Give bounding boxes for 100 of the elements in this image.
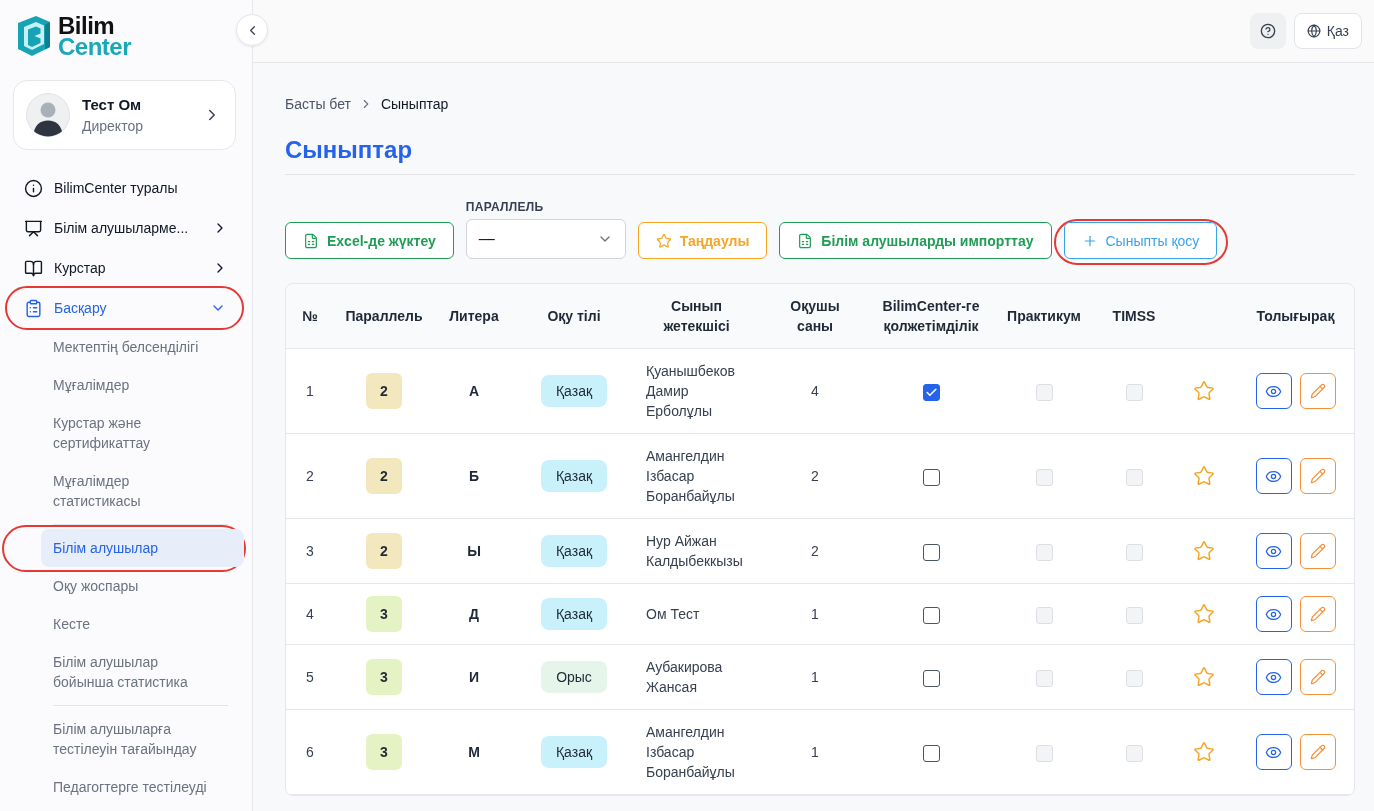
grade-badge: 2 bbox=[366, 373, 402, 409]
letter-cell: Б bbox=[434, 433, 514, 519]
student-count: 1 bbox=[759, 709, 871, 795]
globe-icon bbox=[1306, 24, 1321, 38]
row-number: 1 bbox=[286, 348, 334, 434]
submenu-item[interactable]: Білім алушылар бойынша статистика bbox=[41, 643, 244, 701]
checkbox[interactable] bbox=[922, 606, 940, 624]
star-icon[interactable] bbox=[1193, 380, 1215, 403]
language-button[interactable]: Қаз bbox=[1293, 13, 1362, 49]
column-header: № bbox=[286, 284, 334, 349]
letter-cell: И bbox=[434, 644, 514, 710]
add-class-button[interactable]: Сыныпты қосу bbox=[1063, 222, 1218, 259]
pencil-icon bbox=[1309, 383, 1326, 399]
pencil-icon bbox=[1309, 468, 1326, 484]
column-header: Литера bbox=[434, 284, 514, 349]
logo-text: Bilim bbox=[58, 15, 115, 36]
student-count: 1 bbox=[759, 583, 871, 645]
column-header: Сынып жетекшісі bbox=[634, 284, 759, 349]
user-name: Тест Ом bbox=[82, 95, 143, 114]
teacher-name: Қуанышбеков Дамир Ерболұлы bbox=[634, 348, 759, 434]
checkbox[interactable] bbox=[922, 669, 940, 687]
breadcrumb-link[interactable]: Басты бет bbox=[285, 94, 351, 114]
student-count: 1 bbox=[759, 644, 871, 710]
check-icon bbox=[924, 385, 938, 399]
language-badge: Қазақ bbox=[540, 375, 608, 407]
pencil-icon bbox=[1309, 543, 1326, 559]
language-badge: Орыс bbox=[541, 661, 607, 693]
teacher-name: Ом Тест bbox=[634, 583, 759, 645]
view-button[interactable] bbox=[1255, 458, 1292, 494]
submenu-item[interactable]: Кесте bbox=[41, 605, 244, 643]
filter-label: ПАРАЛЛЕЛЬ bbox=[465, 199, 545, 215]
column-header: Толығырақ bbox=[1237, 284, 1354, 349]
grade-badge: 3 bbox=[366, 734, 402, 770]
submenu-item[interactable]: Педагогтерге тестілеуді bbox=[41, 768, 244, 806]
info-icon bbox=[24, 178, 43, 198]
submenu-item[interactable]: Білім алушыларға тестілеуін тағайындау bbox=[41, 710, 244, 768]
nav-item[interactable]: Курстар bbox=[13, 248, 244, 288]
teacher-name: Амангелдин Ізбасар Боранбайұлы bbox=[634, 433, 759, 519]
book-icon bbox=[24, 258, 43, 278]
letter-cell: Ы bbox=[434, 518, 514, 584]
pencil-icon bbox=[1309, 606, 1326, 622]
grade-badge: 2 bbox=[366, 458, 402, 494]
language-badge: Қазақ bbox=[540, 535, 608, 567]
row-number: 6 bbox=[286, 709, 334, 795]
checkbox[interactable] bbox=[922, 383, 940, 401]
submenu-item[interactable]: Мектептің белсенділігі bbox=[41, 328, 244, 366]
view-button[interactable] bbox=[1255, 596, 1292, 632]
user-role: Директор bbox=[82, 117, 144, 135]
submenu-item[interactable]: Білім алушылар bbox=[41, 529, 244, 567]
student-count: 4 bbox=[759, 348, 871, 434]
grade-badge: 3 bbox=[366, 596, 402, 632]
column-header: TIMSS bbox=[1097, 284, 1171, 349]
letter-cell: М bbox=[434, 709, 514, 795]
row-number: 4 bbox=[286, 583, 334, 645]
logo-text: Center bbox=[58, 36, 132, 57]
row-number: 5 bbox=[286, 644, 334, 710]
presentation-icon bbox=[24, 218, 43, 238]
submenu-item[interactable]: Курстар және сертификаттау bbox=[41, 404, 244, 462]
checkbox[interactable] bbox=[922, 468, 940, 486]
spreadsheet-icon bbox=[797, 232, 814, 249]
view-button[interactable] bbox=[1255, 533, 1292, 569]
pencil-icon bbox=[1309, 744, 1326, 760]
help-button[interactable] bbox=[1249, 13, 1286, 49]
parallel-select[interactable]: — bbox=[465, 219, 626, 259]
column-header: Практикум bbox=[991, 284, 1097, 349]
view-button[interactable] bbox=[1255, 373, 1292, 409]
spreadsheet-icon bbox=[303, 232, 319, 249]
column-header: Параллель bbox=[334, 284, 434, 349]
submenu-item[interactable]: Оқу жоспары bbox=[41, 567, 244, 605]
submenu-item[interactable]: Мұғалімдер статистикасы bbox=[41, 462, 244, 520]
view-button[interactable] bbox=[1255, 734, 1292, 770]
grade-badge: 3 bbox=[366, 659, 402, 695]
import-button[interactable]: Білім алушыларды импорттау bbox=[779, 222, 1052, 259]
star-icon[interactable] bbox=[1193, 666, 1215, 689]
breadcrumb-current: Сыныптар bbox=[380, 95, 449, 114]
star-icon[interactable] bbox=[1193, 603, 1215, 626]
star-icon[interactable] bbox=[1193, 540, 1215, 563]
letter-cell: А bbox=[434, 348, 514, 434]
checkbox[interactable] bbox=[922, 744, 940, 762]
logo-icon bbox=[16, 14, 52, 58]
letter-cell: Д bbox=[434, 583, 514, 645]
clipboard-icon bbox=[24, 298, 43, 318]
nav-item[interactable]: Білім алушыларме... bbox=[13, 208, 244, 248]
star-icon bbox=[655, 232, 672, 249]
avatar-icon bbox=[26, 93, 70, 137]
checkbox[interactable] bbox=[922, 543, 940, 561]
language-badge: Қазақ bbox=[540, 598, 608, 630]
profile-card[interactable]: Тест Ом Директор bbox=[13, 80, 236, 150]
submenu-item[interactable]: Мұғалімдер bbox=[41, 366, 244, 404]
star-icon[interactable] bbox=[1193, 465, 1215, 488]
excel-export-button[interactable]: Excel-де жүктеу bbox=[285, 222, 454, 259]
help-icon bbox=[1259, 23, 1276, 39]
grade-badge: 2 bbox=[366, 533, 402, 569]
nav-item[interactable]: Басқару bbox=[13, 288, 242, 328]
view-button[interactable] bbox=[1255, 659, 1292, 695]
column-header: BilimCenter-ге қолжетімділік bbox=[871, 284, 991, 349]
teacher-name: Нур Айжан Калдыбеккызы bbox=[634, 518, 759, 584]
star-icon[interactable] bbox=[1193, 741, 1215, 764]
nav-item[interactable]: BilimCenter туралы bbox=[13, 168, 244, 208]
language-badge: Қазақ bbox=[540, 736, 608, 768]
